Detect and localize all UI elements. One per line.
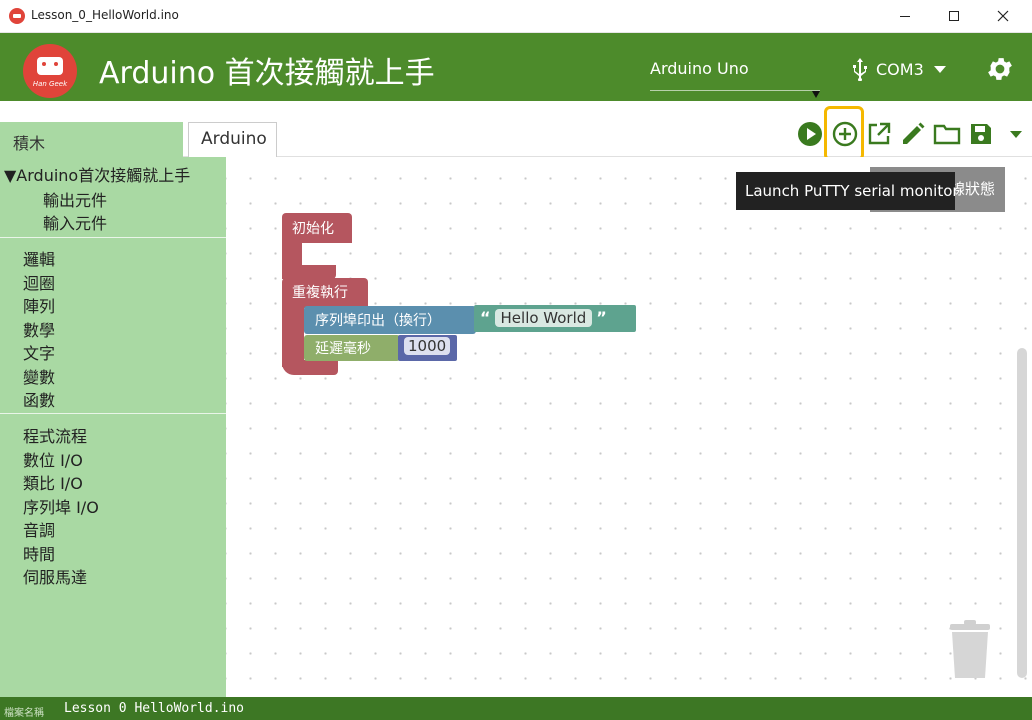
edit-icon [903, 122, 925, 144]
text-block-value[interactable]: Hello World [494, 309, 593, 327]
close-quote-icon: ” [596, 308, 607, 327]
folder-icon [933, 124, 961, 145]
run-button[interactable] [796, 120, 824, 148]
close-button[interactable] [980, 0, 1026, 32]
open-quote-icon: “ [480, 308, 491, 327]
open-external-icon [868, 122, 891, 145]
sidebar-item-program-flow[interactable]: 程式流程 [23, 423, 87, 447]
window-titlebar: Lesson_0_HelloWorld.ino [0, 0, 1032, 33]
sidebar-item-output[interactable]: 輸出元件 [43, 187, 107, 211]
setup-block[interactable]: 初始化 [282, 213, 352, 243]
tooltip: Launch PuTTY serial monitor [736, 172, 959, 210]
minimize-icon [900, 15, 910, 17]
sidebar-item-variables[interactable]: 變數 [23, 364, 55, 388]
sidebar-item-tone[interactable]: 音調 [23, 517, 55, 541]
gear-icon[interactable] [985, 54, 1015, 84]
status-bar: 檔案名稱 Lesson 0 HelloWorld.ino [0, 697, 1032, 720]
sidebar-item-root[interactable]: ▼Arduino首次接觸就上手 [4, 162, 190, 186]
save-icon [971, 124, 991, 144]
sidebar-item-functions[interactable]: 函數 [23, 387, 55, 411]
tab-blocks[interactable]: 積木 [0, 122, 183, 158]
port-select[interactable]: COM3 [850, 57, 946, 81]
chevron-down-icon [812, 91, 820, 98]
sidebar-item-logic[interactable]: 邏輯 [23, 246, 55, 270]
sidebar-divider [0, 413, 226, 414]
run-icon [798, 122, 822, 146]
serial-println-block[interactable]: 序列埠印出（換行） [304, 306, 476, 334]
maximize-icon [949, 11, 959, 21]
status-filename: Lesson 0 HelloWorld.ino [64, 701, 245, 716]
delay-block-label: 延遲毫秒 [315, 341, 371, 357]
sidebar-item-arrays[interactable]: 陣列 [23, 293, 55, 317]
more-menu-button[interactable] [1002, 120, 1030, 148]
setup-block-label: 初始化 [292, 221, 334, 237]
window-title: Lesson_0_HelloWorld.ino [31, 8, 179, 22]
sidebar-item-loops[interactable]: 迴圈 [23, 270, 55, 294]
loop-block[interactable]: 重複執行 [282, 278, 368, 308]
sidebar-item-digital-io[interactable]: 數位 I/O [23, 447, 83, 471]
trash-icon[interactable] [948, 620, 992, 680]
text-block[interactable]: “Hello World” [474, 305, 636, 332]
sidebar-item-serial-io[interactable]: 序列埠 I/O [23, 494, 99, 518]
board-select-value: Arduino Uno [650, 59, 749, 78]
sidebar-item-analog-io[interactable]: 類比 I/O [23, 470, 83, 494]
number-block-value[interactable]: 1000 [404, 337, 451, 355]
block-category-sidebar: ▼Arduino首次接觸就上手 輸出元件 輸入元件 邏輯 迴圈 陣列 數學 文字… [0, 157, 226, 697]
edit-button[interactable] [899, 120, 927, 148]
maximize-button[interactable] [931, 0, 977, 32]
save-button[interactable] [967, 120, 995, 148]
board-select[interactable]: Arduino Uno [650, 59, 820, 98]
minimize-button[interactable] [882, 0, 928, 32]
more-caret-icon [1010, 131, 1022, 138]
chevron-down-icon [933, 65, 946, 73]
loop-block-bottom [282, 360, 338, 375]
logo: Han Geek [23, 44, 77, 98]
serial-println-label: 序列埠印出（換行） [315, 313, 441, 329]
open-folder-button[interactable] [933, 120, 961, 148]
sidebar-item-math[interactable]: 數學 [23, 317, 55, 341]
robot-icon [37, 57, 63, 75]
port-select-value: COM3 [876, 59, 924, 79]
delay-block[interactable]: 延遲毫秒 [304, 335, 400, 361]
sidebar-divider [0, 237, 226, 238]
highlight-frame [824, 106, 864, 161]
close-icon [997, 10, 1009, 22]
app-header: Han Geek Arduino 首次接觸就上手 Arduino Uno COM… [0, 33, 1032, 101]
loop-block-body [282, 307, 304, 367]
number-block[interactable]: 1000 [398, 335, 457, 361]
setup-block-bottom [282, 265, 336, 279]
app-icon [9, 8, 25, 24]
tabs-toolbar-row: 積木 Arduino [0, 101, 1032, 158]
loop-block-label: 重複執行 [292, 285, 348, 301]
logo-text: Han Geek [32, 80, 68, 88]
sidebar-item-servo[interactable]: 伺服馬達 [23, 564, 87, 588]
app-title: Arduino 首次接觸就上手 [99, 56, 435, 91]
workspace-scrollbar[interactable] [1017, 348, 1027, 678]
sidebar-item-text[interactable]: 文字 [23, 340, 55, 364]
tab-arduino[interactable]: Arduino [188, 122, 277, 158]
sidebar-item-input[interactable]: 輸入元件 [43, 210, 107, 234]
sidebar-item-time[interactable]: 時間 [23, 541, 55, 565]
open-external-button[interactable] [865, 120, 893, 148]
usb-icon [853, 58, 867, 81]
status-filename-label: 檔案名稱 [4, 708, 44, 719]
